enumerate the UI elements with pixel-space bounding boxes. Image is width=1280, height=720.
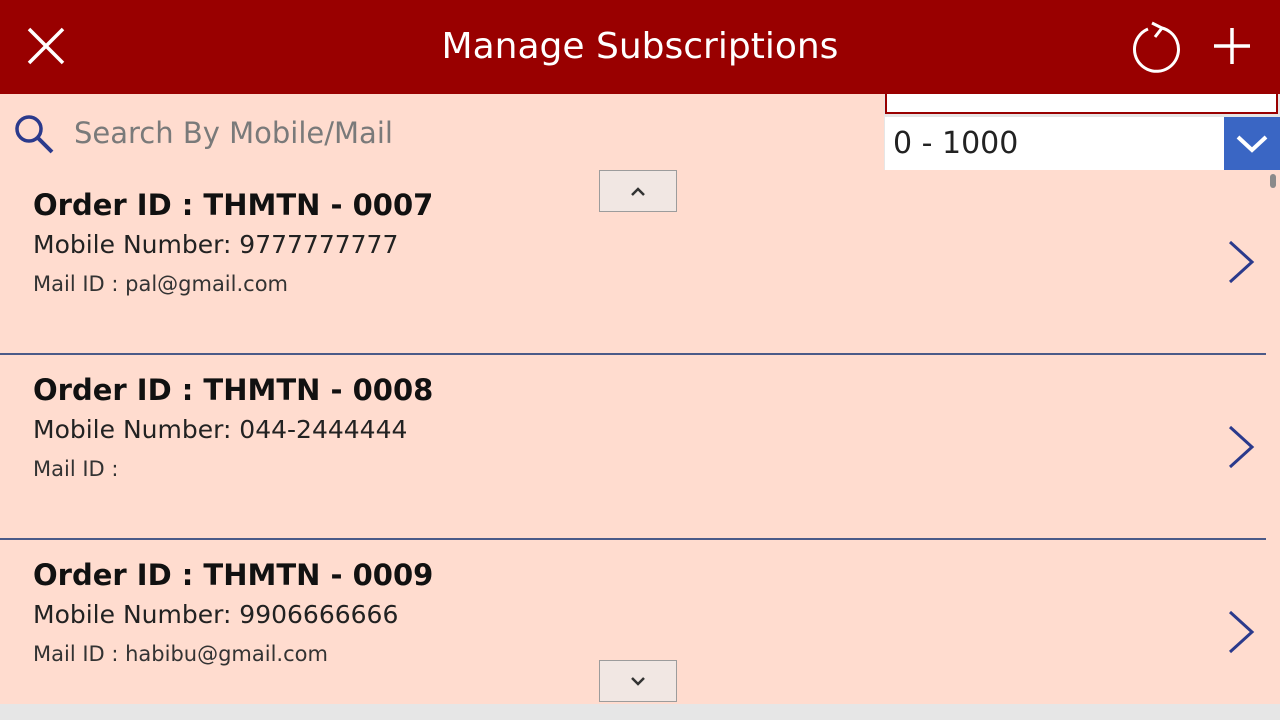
dropdown-toggle[interactable] bbox=[1224, 117, 1280, 170]
range-filter-border bbox=[885, 94, 1278, 114]
page-title: Manage Subscriptions bbox=[441, 26, 839, 67]
chevron-right-icon[interactable] bbox=[1222, 236, 1258, 288]
list-item[interactable]: Order ID : THMTN - 0008 Mobile Number: 0… bbox=[0, 355, 1266, 539]
add-icon bbox=[1214, 28, 1250, 64]
refresh-button[interactable] bbox=[1128, 20, 1184, 76]
chevron-right-icon[interactable] bbox=[1222, 421, 1258, 473]
footer-strip bbox=[0, 704, 1280, 720]
scrollbar-thumb[interactable] bbox=[1270, 174, 1276, 188]
mobile-number: Mobile Number: 044-2444444 bbox=[33, 415, 408, 444]
add-button[interactable] bbox=[1208, 22, 1256, 70]
mobile-number: Mobile Number: 9906666666 bbox=[33, 600, 399, 629]
order-id: Order ID : THMTN - 0009 bbox=[33, 558, 434, 592]
mail-id: Mail ID : habibu@gmail.com bbox=[33, 642, 328, 666]
subscription-list: Order ID : THMTN - 0007 Mobile Number: 9… bbox=[0, 170, 1280, 704]
chevron-right-icon[interactable] bbox=[1222, 606, 1258, 658]
scroll-down-button[interactable] bbox=[599, 660, 677, 702]
order-id: Order ID : THMTN - 0008 bbox=[33, 373, 434, 407]
mail-id: Mail ID : pal@gmail.com bbox=[33, 272, 289, 296]
refresh-icon bbox=[1133, 21, 1180, 73]
mobile-number: Mobile Number: 9777777777 bbox=[33, 230, 399, 259]
search-icon bbox=[15, 115, 54, 154]
search-input[interactable] bbox=[74, 108, 864, 158]
chevron-up-icon bbox=[631, 187, 645, 196]
range-dropdown[interactable]: 0 - 1000 bbox=[885, 117, 1280, 170]
app-header: Manage Subscriptions bbox=[0, 0, 1280, 94]
scroll-up-button[interactable] bbox=[599, 170, 677, 212]
chevron-down-icon bbox=[631, 677, 645, 686]
order-id: Order ID : THMTN - 0007 bbox=[33, 188, 434, 222]
mail-id: Mail ID : bbox=[33, 457, 119, 481]
chevron-down-icon bbox=[1236, 135, 1268, 153]
range-dropdown-value: 0 - 1000 bbox=[893, 126, 1019, 161]
